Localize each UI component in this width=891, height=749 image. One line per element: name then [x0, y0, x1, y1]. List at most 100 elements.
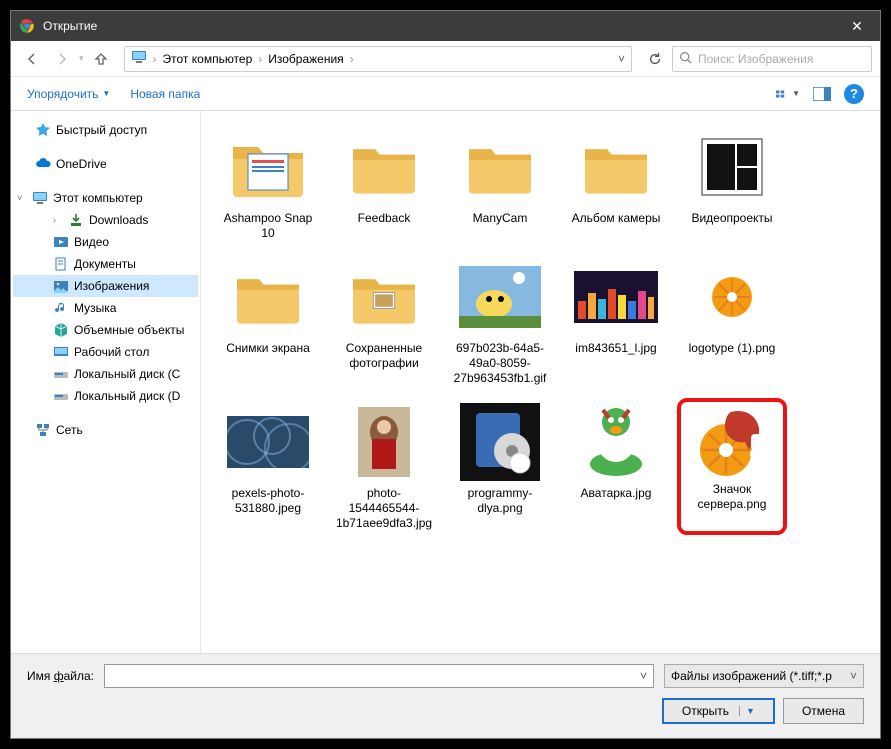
file-item-highlighted[interactable]: Значок сервера.png: [677, 398, 787, 535]
image-thumb: [339, 402, 429, 482]
item-label: 697b023b-64a5-49a0-8059-27b963453fb1.gif: [449, 341, 551, 386]
tree-label: Рабочий стол: [74, 345, 149, 359]
expand-icon[interactable]: ›: [53, 215, 63, 225]
file-item[interactable]: logotype (1).png: [677, 253, 787, 390]
breadcrumb-segment[interactable]: Этот компьютер: [163, 52, 253, 66]
image-thumb: [687, 257, 777, 337]
filetype-combobox[interactable]: Файлы изображений (*.tiff;*.p ˅: [664, 664, 864, 688]
tree-label: Локальный диск (C: [74, 367, 180, 381]
item-label: Сохраненные фотографии: [333, 341, 435, 371]
new-folder-button[interactable]: Новая папка: [130, 87, 200, 101]
forward-button[interactable]: [49, 46, 75, 72]
filename-combobox[interactable]: ˅: [104, 664, 654, 688]
search-box[interactable]: [672, 46, 872, 72]
recent-dropdown-icon[interactable]: ▾: [79, 53, 84, 64]
image-thumb: [455, 257, 545, 337]
back-button[interactable]: [19, 46, 45, 72]
tree-network[interactable]: Сеть: [13, 419, 198, 441]
file-item[interactable]: im843651_l.jpg: [561, 253, 671, 390]
collapse-icon[interactable]: ˅: [17, 193, 27, 203]
desktop-icon: [53, 344, 69, 360]
folder-item[interactable]: Feedback: [329, 123, 439, 245]
tree-label: Сеть: [56, 423, 83, 437]
organize-button[interactable]: Упорядочить ▼: [27, 87, 110, 101]
tree-images[interactable]: Изображения: [13, 275, 198, 297]
tree-label: Документы: [74, 257, 136, 271]
item-label: Видеопроекты: [691, 211, 772, 226]
filetype-value: Файлы изображений (*.tiff;*.p: [671, 669, 832, 683]
open-button[interactable]: Открыть ▼: [662, 698, 775, 724]
folder-item[interactable]: Снимки экрана: [213, 253, 323, 390]
tree-desktop[interactable]: Рабочий стол: [13, 341, 198, 363]
dialog-body: Быстрый доступ OneDrive ˅ Этот компьютер…: [11, 111, 880, 653]
close-button[interactable]: ✕: [834, 11, 880, 41]
folder-item[interactable]: Ashampoo Snap 10: [213, 123, 323, 245]
tree-3d-objects[interactable]: Объемные объекты: [13, 319, 198, 341]
refresh-button[interactable]: [642, 46, 668, 72]
item-label: Альбом камеры: [572, 211, 661, 226]
preview-pane-button[interactable]: [810, 84, 834, 104]
tree-label: Видео: [74, 235, 109, 249]
navbar: ▾ › Этот компьютер › Изображения › ˅: [11, 41, 880, 77]
tree-documents[interactable]: Документы: [13, 253, 198, 275]
file-item[interactable]: Аватарка.jpg: [561, 398, 671, 535]
tree-quick-access[interactable]: Быстрый доступ: [13, 119, 198, 141]
chevron-down-icon[interactable]: ˅: [850, 669, 857, 683]
address-bar[interactable]: › Этот компьютер › Изображения › ˅: [124, 46, 632, 72]
monitor-icon: [32, 190, 48, 206]
tree-disk-d[interactable]: Локальный диск (D: [13, 385, 198, 407]
tree-label: OneDrive: [56, 157, 107, 171]
image-thumb: [571, 257, 661, 337]
folder-icon: [687, 127, 777, 207]
chevron-down-icon[interactable]: ˅: [640, 669, 647, 683]
folder-item[interactable]: Видеопроекты: [677, 123, 787, 245]
file-item[interactable]: pexels-photo-531880.jpeg: [213, 398, 323, 535]
item-label: Ashampoo Snap 10: [217, 211, 319, 241]
network-icon: [35, 422, 51, 438]
cancel-button[interactable]: Отмена: [783, 698, 864, 724]
tree-onedrive[interactable]: OneDrive: [13, 153, 198, 175]
titlebar: Открытие ✕: [11, 11, 880, 41]
folder-item[interactable]: ManyCam: [445, 123, 555, 245]
help-button[interactable]: ?: [844, 84, 864, 104]
drive-icon: [53, 366, 69, 382]
item-label: photo-1544465544-1b71aee9dfa3.jpg: [333, 486, 435, 531]
folder-icon: [571, 127, 661, 207]
split-chevron-icon[interactable]: ▼: [739, 706, 755, 716]
breadcrumb-segment[interactable]: Изображения: [268, 52, 343, 66]
item-label: ManyCam: [473, 211, 528, 226]
item-label: Снимки экрана: [226, 341, 310, 356]
tree-disk-c[interactable]: Локальный диск (C: [13, 363, 198, 385]
file-item[interactable]: photo-1544465544-1b71aee9dfa3.jpg: [329, 398, 439, 535]
tree-label: Этот компьютер: [53, 191, 143, 205]
folder-icon: [223, 127, 313, 207]
tree-music[interactable]: Музыка: [13, 297, 198, 319]
file-grid: Ashampoo Snap 10 Feedback ManyCam Альбом…: [201, 111, 880, 653]
file-open-dialog: Открытие ✕ ▾ › Этот компьютер › Изображе…: [10, 10, 881, 739]
tree-this-pc[interactable]: ˅ Этот компьютер: [13, 187, 198, 209]
tree-label: Быстрый доступ: [56, 123, 147, 137]
tree-video[interactable]: Видео: [13, 231, 198, 253]
search-input[interactable]: [698, 52, 865, 66]
cloud-icon: [35, 156, 51, 172]
cancel-label: Отмена: [802, 704, 845, 718]
file-item[interactable]: 697b023b-64a5-49a0-8059-27b963453fb1.gif: [445, 253, 555, 390]
view-mode-button[interactable]: ▼: [776, 84, 800, 104]
folder-icon: [339, 257, 429, 337]
folder-icon: [339, 127, 429, 207]
images-icon: [53, 278, 69, 294]
file-item[interactable]: programmy-dlya.png: [445, 398, 555, 535]
image-thumb: [687, 406, 777, 478]
drive-icon: [53, 388, 69, 404]
breadcrumb-sep-icon: ›: [153, 52, 157, 66]
address-dropdown-icon[interactable]: ˅: [618, 52, 625, 66]
tree-downloads[interactable]: › Downloads: [13, 209, 198, 231]
folder-icon: [223, 257, 313, 337]
toolbar: Упорядочить ▼ Новая папка ▼ ?: [11, 77, 880, 111]
up-button[interactable]: [88, 46, 114, 72]
open-label: Открыть: [682, 704, 729, 718]
folder-item[interactable]: Сохраненные фотографии: [329, 253, 439, 390]
folder-item[interactable]: Альбом камеры: [561, 123, 671, 245]
chrome-icon: [19, 18, 35, 34]
breadcrumb-sep-icon: ›: [258, 52, 262, 66]
